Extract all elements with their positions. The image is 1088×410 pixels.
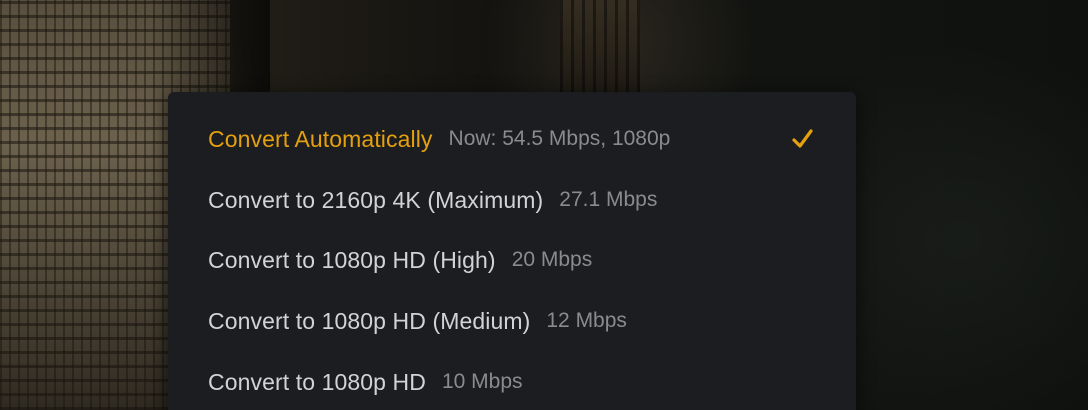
quality-option-label: Convert Automatically	[208, 125, 433, 152]
quality-option-label: Convert to 1080p HD (High)	[208, 246, 496, 273]
quality-option-detail: Now: 54.5 Mbps, 1080p	[448, 127, 671, 150]
quality-option-1080p[interactable]: Convert to 1080p HD 10 Mbps	[208, 360, 816, 404]
quality-option-detail: 12 Mbps	[546, 309, 627, 332]
quality-option-label: Convert to 1080p HD	[208, 368, 426, 395]
quality-option-detail: 27.1 Mbps	[559, 188, 658, 211]
quality-option-2160p-maximum[interactable]: Convert to 2160p 4K (Maximum) 27.1 Mbps	[208, 178, 816, 222]
checkmark-icon	[792, 129, 813, 148]
quality-option-detail: 10 Mbps	[441, 370, 523, 393]
quality-menu: Convert Automatically Now: 54.5 Mbps, 10…	[168, 92, 856, 410]
quality-option-label: Convert to 1080p HD (Medium)	[208, 307, 531, 334]
quality-option-detail: 20 Mbps	[511, 248, 593, 271]
video-background: Convert Automatically Now: 54.5 Mbps, 10…	[0, 0, 1088, 410]
background-drape	[560, 0, 640, 100]
quality-option-1080p-high[interactable]: Convert to 1080p HD (High) 20 Mbps	[208, 238, 816, 282]
quality-option-label: Convert to 2160p 4K (Maximum)	[208, 186, 544, 213]
quality-option-convert-automatically[interactable]: Convert Automatically Now: 54.5 Mbps, 10…	[208, 117, 816, 161]
quality-option-1080p-medium[interactable]: Convert to 1080p HD (Medium) 12 Mbps	[208, 299, 816, 343]
